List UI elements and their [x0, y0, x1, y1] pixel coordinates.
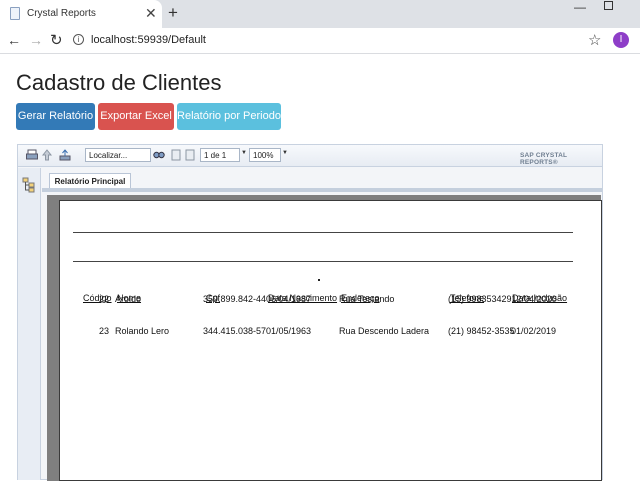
cell-data-nascimento: 01/05/1963 — [266, 326, 312, 336]
sap-crystal-reports-logo: SAP CRYSTAL REPORTS® — [520, 152, 568, 166]
cell-codigo: 23 — [99, 326, 110, 336]
new-tab-button[interactable]: + — [168, 3, 178, 23]
cell-nome: Aroldo — [115, 294, 142, 304]
crystal-report-viewer: Localizar... 1 de 1 ▼ 100% ▼ SAP CRYSTAL… — [17, 144, 603, 481]
cell-telefone: (21) 98452-3535 — [448, 326, 515, 336]
group-tree-panel — [18, 168, 41, 480]
first-page-icon[interactable] — [170, 149, 182, 161]
header-top-rule — [73, 232, 573, 233]
address-bar[interactable]: localhost:59939/Default — [91, 34, 206, 46]
report-dot — [318, 279, 320, 281]
cell-endereco: Rua Descendo Ladera — [339, 326, 430, 336]
cell-nome: Rolando Lero — [115, 326, 170, 336]
export-icon[interactable] — [59, 149, 71, 161]
forward-arrow-icon[interactable]: → — [29, 32, 43, 48]
minimize-window-icon[interactable]: — — [574, 0, 586, 14]
cell-telefone: (15) 99835342912/04/2020 — [448, 294, 557, 304]
cell-cpf: 359.899.842-44 — [203, 294, 267, 304]
browser-tab[interactable]: Crystal Reports ✕ — [0, 0, 162, 28]
search-input[interactable]: Localizar... — [85, 148, 151, 162]
zoom-select[interactable]: 100% — [249, 148, 281, 162]
viewer-toolbar: Localizar... 1 de 1 ▼ 100% ▼ SAP CRYSTAL… — [18, 145, 602, 167]
generate-report-button[interactable]: Gerar Relatório — [16, 103, 95, 130]
tab-main-report[interactable]: Relatório Principal — [49, 173, 131, 189]
browser-toolbar: ← → ↻ i localhost:59939/Default ☆ I — [0, 28, 640, 54]
reload-icon[interactable]: ↻ — [50, 31, 63, 49]
tree-toggle-icon[interactable] — [22, 177, 36, 193]
prev-page-icon[interactable] — [184, 149, 196, 161]
zoom-dropdown-arrow-icon[interactable]: ▼ — [282, 150, 288, 156]
print-icon[interactable] — [26, 149, 38, 161]
page-number-field[interactable]: 1 de 1 — [200, 148, 240, 162]
profile-avatar[interactable]: I — [613, 32, 629, 48]
report-by-period-button[interactable]: Relatório por Periodo — [177, 103, 281, 130]
site-info-icon[interactable]: i — [73, 34, 84, 45]
cell-endereco: Rua Testando — [339, 294, 395, 304]
header-bottom-rule — [73, 261, 573, 262]
bookmark-star-icon[interactable]: ☆ — [588, 31, 601, 49]
close-tab-icon[interactable]: ✕ — [145, 5, 157, 22]
back-arrow-icon[interactable]: ← — [7, 32, 21, 48]
maximize-window-icon[interactable] — [604, 1, 613, 10]
page-title: Cadastro de Clientes — [16, 70, 222, 95]
cell-cpf: 344.415.038-57 — [203, 326, 267, 336]
up-icon[interactable] — [41, 149, 53, 161]
tab-bar-divider — [42, 188, 602, 192]
cell-data-inclusao: 01/02/2019 — [511, 326, 557, 336]
browser-tab-title: Crystal Reports — [27, 8, 96, 19]
page-dropdown-arrow-icon[interactable]: ▼ — [241, 150, 247, 156]
cell-codigo: 22 — [99, 294, 110, 304]
cell-data-nascimento: 06/04/1987 — [266, 294, 312, 304]
report-page: Código Nome Cpf Data Nascimento Endereço… — [59, 200, 602, 481]
browser-tabstrip: Crystal Reports ✕ + — — [0, 0, 640, 28]
find-icon[interactable] — [153, 149, 165, 161]
export-excel-button[interactable]: Exportar Excel — [98, 103, 174, 130]
page-favicon-icon — [10, 7, 20, 20]
